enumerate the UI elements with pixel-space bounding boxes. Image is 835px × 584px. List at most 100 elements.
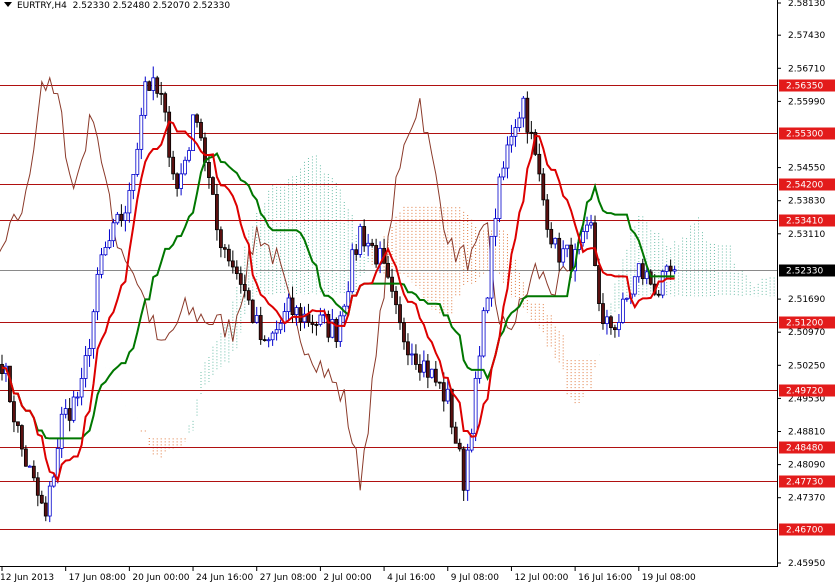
- candle-body: [370, 242, 375, 246]
- candle-body: [481, 310, 486, 357]
- candle-body: [314, 324, 319, 326]
- candle-body: [155, 77, 160, 94]
- candle-body: [67, 408, 72, 421]
- candle-body: [569, 244, 574, 272]
- candle-body: [91, 311, 96, 349]
- candle-body: [183, 159, 187, 175]
- price-tick-label: 2.55990: [788, 97, 825, 107]
- candle-body: [99, 254, 104, 275]
- time-tick-label: 16 Jul 16:00: [578, 573, 632, 583]
- time-tick-label: 19 Jul 08:00: [642, 573, 696, 583]
- dropdown-triangle-icon[interactable]: [4, 2, 12, 7]
- candle-body: [437, 381, 442, 384]
- candle-body: [366, 242, 371, 247]
- candle-body: [525, 97, 530, 133]
- candle-body: [402, 322, 406, 343]
- candle-body: [199, 122, 203, 139]
- candle-body: [262, 339, 267, 341]
- candle-body: [218, 229, 223, 249]
- level-label: 2.49720: [786, 387, 823, 397]
- candle-body: [358, 226, 363, 255]
- price-tick-label: 2.48810: [788, 428, 825, 438]
- candle-body: [39, 494, 44, 504]
- candle-body: [123, 212, 128, 221]
- ohlc-values: 2.52330 2.52480 2.52070 2.52330: [72, 1, 231, 11]
- candle-body: [529, 131, 534, 134]
- time-axis[interactable]: 12 Jun 2013 17 Jun 08:00 20 Jun 00:00 24 Ju…: [0, 566, 696, 583]
- candle-body: [501, 167, 506, 178]
- candle-body: [238, 273, 243, 285]
- candle-body: [664, 265, 669, 272]
- candle-body: [226, 248, 231, 262]
- level-label: 2.47730: [786, 478, 823, 488]
- candle-body: [553, 237, 558, 245]
- time-tick-label: 24 Jun 16:00: [196, 573, 253, 583]
- candle-body: [557, 237, 562, 263]
- price-chart[interactable]: 2.58130 2.57430 2.56710 2.55990 2.54550 2.538…: [0, 0, 835, 584]
- candle-body: [274, 329, 279, 334]
- candle-body: [266, 339, 271, 342]
- candle-body: [465, 449, 470, 491]
- candle-body: [163, 93, 168, 113]
- candle-body: [191, 114, 195, 151]
- candle-body: [187, 150, 191, 161]
- chikou-span: [0, 76, 572, 491]
- candle-body: [207, 162, 211, 178]
- candle-body: [597, 265, 601, 304]
- candlesticks: [0, 66, 677, 523]
- candle-body: [509, 135, 514, 146]
- candle-body: [87, 348, 92, 357]
- candle-body: [624, 297, 629, 300]
- candle-body: [63, 408, 68, 415]
- candle-body: [127, 190, 132, 214]
- candle-body: [545, 199, 550, 230]
- candle-body: [632, 276, 637, 295]
- candle-body: [298, 307, 303, 323]
- candle-body: [589, 222, 593, 226]
- candle-body: [12, 401, 16, 423]
- time-tick-label: 20 Jun 00:00: [132, 573, 189, 583]
- candle-body: [489, 235, 494, 299]
- candle-body: [167, 111, 172, 158]
- candle-body: [294, 307, 299, 315]
- candle-body: [517, 117, 522, 128]
- candle-body: [620, 298, 625, 323]
- price-tick-label: 2.57430: [788, 31, 825, 41]
- price-axis[interactable]: 2.58130 2.57430 2.56710 2.55990 2.54550 2.538…: [777, 0, 835, 569]
- candle-body: [310, 321, 315, 325]
- level-label: 2.55300: [786, 130, 823, 140]
- candle-body: [561, 248, 566, 263]
- candle-body: [644, 271, 649, 280]
- candle-body: [354, 249, 359, 255]
- candle-body: [19, 425, 24, 450]
- price-tick-label: 2.58130: [788, 0, 825, 9]
- candle-body: [346, 291, 351, 307]
- candle-body: [374, 245, 379, 265]
- candle-body: [43, 502, 48, 517]
- candle-body: [394, 290, 398, 306]
- tenkan-kijun-lines: [1, 120, 675, 484]
- candle-body: [334, 319, 339, 342]
- candle-body: [234, 266, 239, 275]
- candle-body: [242, 284, 247, 292]
- symbol-label: EURTRY,H4: [17, 1, 67, 11]
- candle-body: [429, 368, 434, 378]
- candle-body: [457, 442, 462, 450]
- price-tick-label: 2.48090: [788, 461, 825, 471]
- tenkan-sen-line: [1, 120, 675, 484]
- candle-body: [27, 465, 32, 468]
- candle-body: [441, 382, 446, 402]
- candle-body: [290, 297, 295, 315]
- horizontal-levels: [0, 85, 777, 530]
- candle-body: [159, 92, 164, 95]
- candle-body: [461, 448, 466, 491]
- candle-body: [477, 355, 482, 379]
- candle-body: [425, 360, 430, 378]
- candle-body: [485, 297, 490, 312]
- candle-body: [203, 137, 207, 163]
- time-tick-label: 17 Jun 08:00: [69, 573, 126, 583]
- candle-body: [672, 269, 677, 272]
- candle-body: [147, 81, 152, 91]
- level-label: 2.53410: [786, 217, 823, 227]
- candle-body: [656, 293, 661, 296]
